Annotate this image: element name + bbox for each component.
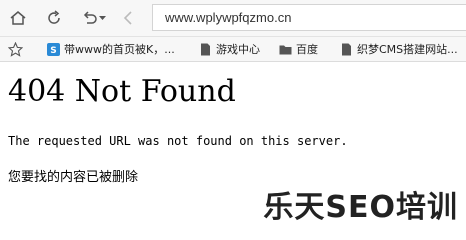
svg-text:S: S [50, 46, 56, 56]
bookmarks-bar: S 带www的首页被K，... 游戏中心 百度 织梦CMS搭建网站... [0, 37, 466, 62]
bookmark-item[interactable]: S 带www的首页被K，... [47, 40, 175, 58]
error-message: The requested URL was not found on this … [8, 134, 348, 148]
bookmark-label: 百度 [296, 43, 318, 56]
address-bar[interactable]: www.wplywpfqzmo.cn [152, 4, 466, 31]
bookmark-label: 带www的首页被K，... [64, 43, 175, 56]
dropdown-arrow-icon [98, 15, 106, 20]
page-icon [201, 43, 210, 55]
refresh-icon [48, 10, 60, 24]
home-button[interactable] [6, 6, 30, 30]
chevron-left-icon [123, 11, 132, 25]
star-icon [8, 41, 23, 57]
bookmark-label: 游戏中心 [216, 43, 260, 56]
watermark: 乐天SEO培训 [263, 190, 458, 225]
page-title: 404 Not Found [8, 74, 236, 109]
page-content: 404 Not Found The requested URL was not … [0, 62, 466, 227]
bookmark-star-button[interactable] [8, 40, 23, 58]
undo-icon [83, 11, 97, 24]
bookmark-item[interactable]: 百度 [279, 40, 318, 58]
bookmark-label: 织梦CMS搭建网站... [357, 43, 458, 56]
bookmark-item[interactable]: 游戏中心 [199, 40, 260, 58]
page-icon [342, 43, 351, 55]
refresh-button[interactable] [42, 6, 66, 30]
bookmark-item[interactable]: 织梦CMS搭建网站... [340, 40, 458, 58]
site-favicon-icon: S [47, 42, 60, 56]
home-icon [10, 11, 26, 25]
folder-icon [279, 45, 292, 54]
undo-button[interactable] [78, 6, 108, 30]
back-button[interactable] [116, 6, 140, 30]
browser-toolbar: www.wplywpfqzmo.cn [0, 0, 466, 37]
deleted-message: 您要找的内容已被删除 [8, 170, 139, 185]
url-text: www.wplywpfqzmo.cn [165, 10, 292, 25]
